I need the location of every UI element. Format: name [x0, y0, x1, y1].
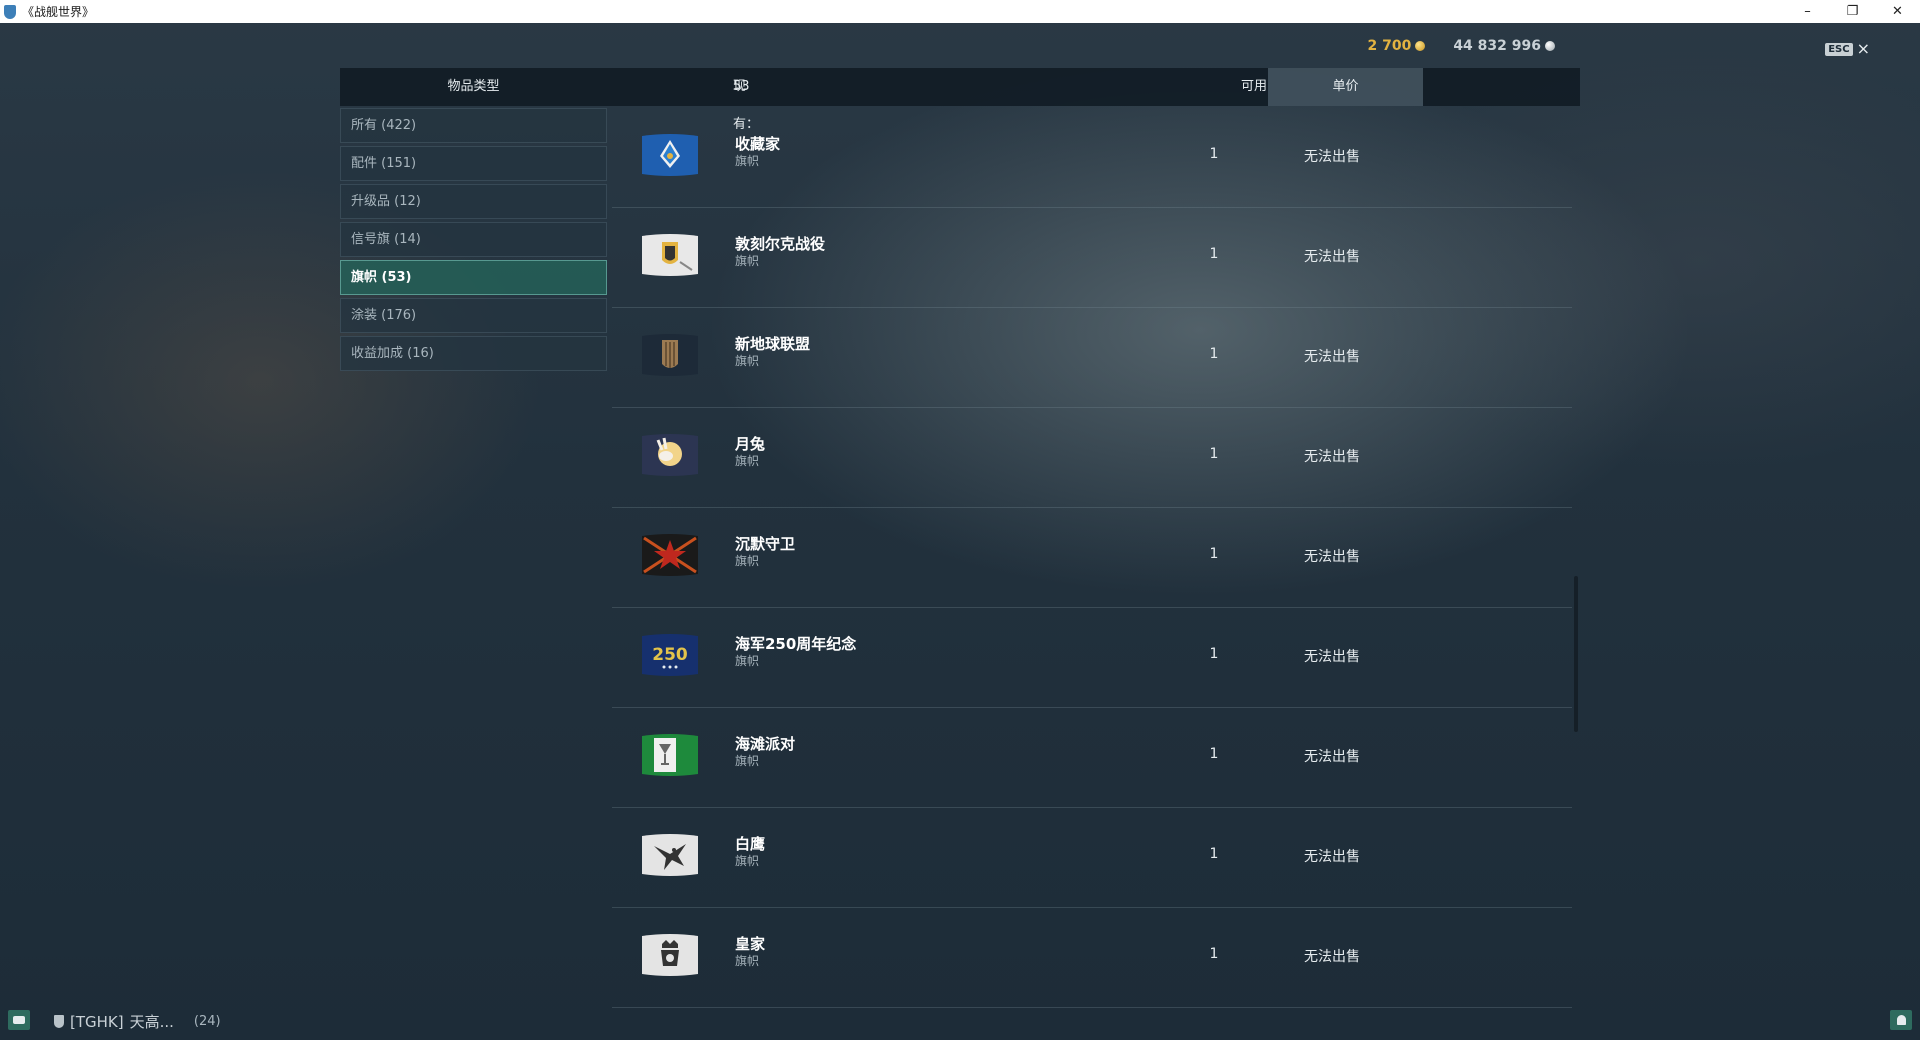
royal-flag-icon	[640, 932, 700, 978]
item-price: 无法出售	[1304, 649, 1360, 665]
item-price: 无法出售	[1304, 949, 1360, 965]
moon-rabbit-flag-icon	[640, 432, 700, 478]
list-item[interactable]: 250 海军250周年纪念 旗帜 1 无法出售	[612, 608, 1572, 708]
list-item[interactable]: 新地球联盟 旗帜 1 无法出售	[612, 308, 1572, 408]
category-all[interactable]: 所有 (422)	[340, 108, 607, 143]
item-price: 无法出售	[1304, 449, 1360, 465]
list-item[interactable]: 沉默守卫 旗帜 1 无法出售	[612, 508, 1572, 608]
item-type: 旗帜	[735, 254, 760, 268]
new-earth-alliance-flag-icon	[640, 332, 700, 378]
window-controls: – ❐ ✕	[1785, 0, 1920, 23]
list-scrollbar[interactable]	[1574, 576, 1578, 732]
item-quantity: 1	[1209, 746, 1219, 762]
item-type: 旗帜	[735, 854, 760, 868]
item-quantity: 1	[1209, 946, 1219, 962]
white-eagle-flag-icon	[640, 832, 700, 878]
app-logo-icon	[4, 4, 16, 19]
item-type: 旗帜	[735, 754, 760, 768]
item-name: 月兔	[735, 435, 766, 453]
item-quantity: 1	[1209, 546, 1219, 562]
notifications-button[interactable]	[1890, 1010, 1912, 1030]
item-name: 沉默守卫	[735, 535, 796, 553]
item-price: 无法出售	[1304, 849, 1360, 865]
esc-key-icon: ESC	[1825, 42, 1853, 56]
gold-balance: 2 700	[1367, 38, 1426, 54]
clan-shield-icon	[54, 1015, 64, 1028]
item-type: 旗帜	[735, 654, 760, 668]
credits-balance: 44 832 996	[1453, 38, 1555, 54]
item-quantity: 1	[1209, 446, 1219, 462]
bell-icon	[1896, 1015, 1906, 1025]
clan-name: 天高...	[129, 1013, 174, 1031]
item-type: 旗帜	[735, 454, 760, 468]
dunkirk-flag-icon	[640, 232, 700, 278]
category-camouflages[interactable]: 涂装 (176)	[340, 298, 607, 333]
esc-close-button[interactable]: ESC ×	[1825, 41, 1870, 57]
item-type: 旗帜	[735, 554, 760, 568]
item-name: 收藏家	[735, 135, 781, 153]
item-quantity: 1	[1209, 846, 1219, 862]
owned-count: 53	[733, 79, 750, 94]
navy-250-flag-icon: 250	[640, 632, 700, 678]
item-quantity: 1	[1209, 246, 1219, 262]
category-boosters[interactable]: 收益加成 (16)	[340, 336, 607, 371]
credits-amount: 44 832 996	[1453, 38, 1541, 54]
item-price: 无法出售	[1304, 749, 1360, 765]
list-item[interactable]: 皇家 旗帜 1 无法出售	[612, 908, 1572, 1008]
close-icon[interactable]: ×	[1857, 41, 1870, 57]
clan-online-count: (24)	[193, 1014, 221, 1029]
list-item[interactable]: 月兔 旗帜 1 无法出售	[612, 408, 1572, 508]
silent-guard-flag-icon	[640, 532, 700, 578]
header-unit-price[interactable]: 单价	[1268, 68, 1423, 106]
item-price: 无法出售	[1304, 349, 1360, 365]
minimize-button[interactable]: –	[1785, 0, 1830, 23]
restore-button[interactable]: ❐	[1830, 0, 1875, 23]
category-modules[interactable]: 配件 (151)	[340, 146, 607, 181]
credits-coin-icon	[1545, 41, 1555, 51]
item-quantity: 1	[1209, 346, 1219, 362]
currency-bar: 2 700 44 832 996	[1367, 38, 1555, 54]
window-titlebar: 《战舰世界》 – ❐ ✕	[0, 0, 1920, 23]
chat-icon	[13, 1016, 25, 1024]
list-item[interactable]: 白鹰 旗帜 1 无法出售	[612, 808, 1572, 908]
category-upgrades[interactable]: 升级品 (12)	[340, 184, 607, 219]
item-name: 白鹰	[735, 835, 766, 853]
list-item[interactable]: 收藏家 旗帜 1 无法出售	[612, 108, 1572, 208]
item-list: 收藏家 旗帜 1 无法出售 敦刻尔克战役 旗帜 1 无法出售 新地球联盟 旗帜 …	[612, 108, 1572, 1008]
item-price: 无法出售	[1304, 249, 1360, 265]
item-type: 旗帜	[735, 154, 760, 168]
header-item-type: 物品类型	[447, 79, 500, 94]
table-header: 物品类型 现有： 53 可用 单价	[340, 68, 1580, 132]
window-title: 《战舰世界》	[22, 5, 95, 19]
list-item[interactable]: 敦刻尔克战役 旗帜 1 无法出售	[612, 208, 1572, 308]
item-type: 旗帜	[735, 354, 760, 368]
item-name: 海滩派对	[735, 735, 796, 753]
item-name: 海军250周年纪念	[735, 635, 857, 653]
gold-amount: 2 700	[1367, 38, 1412, 54]
clan-info[interactable]: [TGHK] 天高... (24)	[54, 1011, 221, 1032]
item-price: 无法出售	[1304, 549, 1360, 565]
item-price: 无法出售	[1304, 149, 1360, 165]
navy-250-badge: 250	[652, 645, 688, 665]
beach-party-flag-icon	[640, 732, 700, 778]
item-name: 新地球联盟	[735, 335, 811, 353]
category-flags[interactable]: 旗帜 (53)	[340, 260, 607, 295]
category-signals[interactable]: 信号旗 (14)	[340, 222, 607, 257]
item-type: 旗帜	[735, 954, 760, 968]
list-item[interactable]: 海滩派对 旗帜 1 无法出售	[612, 708, 1572, 808]
collector-flag-icon	[640, 132, 700, 178]
item-quantity: 1	[1209, 646, 1219, 662]
gold-coin-icon	[1415, 41, 1426, 51]
item-name: 敦刻尔克战役	[735, 235, 826, 253]
chat-button[interactable]	[8, 1010, 30, 1030]
close-window-button[interactable]: ✕	[1875, 0, 1920, 23]
item-name: 皇家	[735, 935, 766, 953]
clan-tag: [TGHK]	[70, 1012, 124, 1031]
category-sidebar: 所有 (422) 配件 (151) 升级品 (12) 信号旗 (14) 旗帜 (…	[340, 108, 607, 374]
item-quantity: 1	[1209, 146, 1219, 162]
